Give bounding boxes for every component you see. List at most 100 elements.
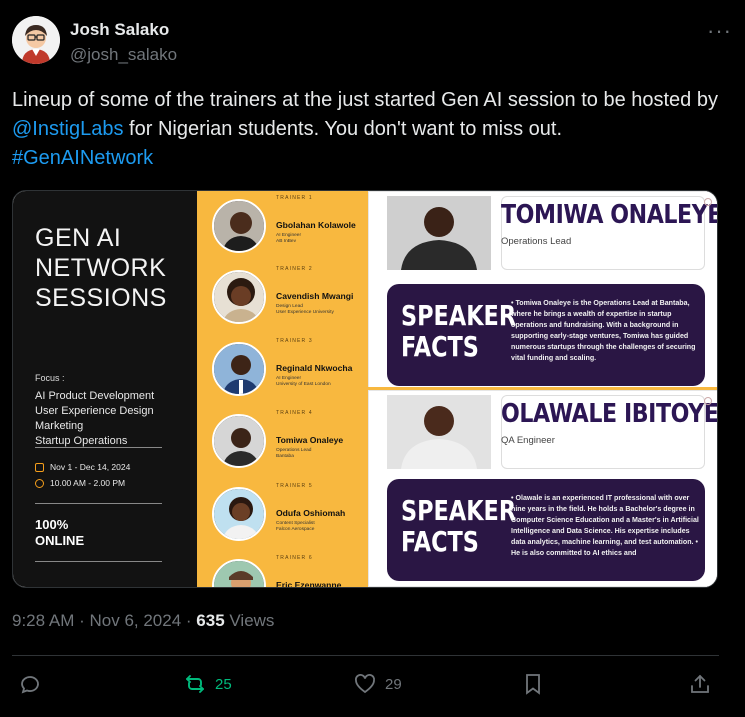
author-handle[interactable]: @josh_salako: [70, 45, 177, 65]
trainer-photo: [212, 559, 266, 587]
speaker-card: OLAWALE IBITOYE QA Engineer SPEAKER FACT…: [368, 390, 717, 587]
bookmark-icon: [526, 674, 540, 695]
date-row: Nov 1 - Dec 14, 2024: [35, 462, 130, 472]
trainer-name: Cavendish Mwangi: [276, 291, 354, 301]
avatar[interactable]: [12, 16, 60, 64]
date-range: Nov 1 - Dec 14, 2024: [50, 462, 131, 472]
trainer-name: Gbolahan Kolawole: [276, 220, 356, 230]
trainer-item: TRAINER 4 Tomiwa Onaleye Operations Lead…: [197, 408, 368, 480]
session-title-line: NETWORK: [35, 254, 167, 282]
divider: [35, 447, 162, 448]
speaker-name: TOMIWA ONALEYE: [501, 200, 718, 230]
trainer-photo: [212, 414, 266, 468]
focus-item: Marketing: [35, 420, 84, 432]
facts-title-line: SPEAKER: [401, 494, 517, 527]
calendar-icon: [35, 462, 44, 472]
tweet-text-part: Lineup of some of the trainers at the ju…: [12, 89, 718, 111]
speaker-facts-title: SPEAKER FACTS: [401, 495, 516, 557]
trainer-number: TRAINER 6: [276, 555, 313, 561]
facts-title-line: FACTS: [401, 330, 479, 363]
trainer-number: TRAINER 3: [276, 338, 313, 344]
trainer-role: Design Lead User Experience University: [276, 304, 334, 316]
speaker-card: TOMIWA ONALEYE Operations Lead SPEAKER F…: [368, 191, 718, 388]
mention-link[interactable]: @InstigLabs: [12, 118, 123, 140]
trainers-panel: TRAINER 1 Gbolahan Kolawole AI Engineer A…: [197, 191, 368, 588]
focus-item: AI Product Development: [35, 390, 155, 402]
trainer-name: Tomiwa Onaleye: [276, 435, 344, 445]
trainer-photo: [212, 270, 266, 324]
trainer-photo: [212, 199, 266, 253]
heart-icon: [355, 674, 375, 694]
trainer-org: AB InBev: [276, 239, 296, 244]
tweet-time[interactable]: 9:28 AM: [12, 611, 74, 630]
trainer-item: TRAINER 2 Cavendish Mwangi Design Lead Us…: [197, 264, 368, 336]
divider: [12, 655, 719, 656]
reply-button[interactable]: [18, 672, 50, 696]
share-icon: [691, 674, 709, 693]
tweet-media[interactable]: GEN AI NETWORK SESSIONS Focus : AI Produ…: [12, 190, 718, 588]
tweet-text-part: for Nigerian students. You don't want to…: [123, 118, 562, 140]
trainer-org: Bantaba: [276, 454, 294, 459]
separator: ·: [74, 611, 90, 630]
trainer-org: University of East London: [276, 382, 331, 387]
tweet-meta: 9:28 AM · Nov 6, 2024 · 635 Views: [12, 611, 274, 631]
trainer-item: TRAINER 3 Reginald Nkwocha AI Engineer Un…: [197, 336, 368, 408]
tweet-actions: 25 29: [18, 670, 718, 700]
views-count: 635: [196, 611, 225, 630]
facts-title-line: FACTS: [401, 525, 479, 558]
like-count: 29: [385, 675, 402, 693]
speaker-facts-text: • Olawale is an experienced IT professio…: [511, 494, 699, 557]
session-title: GEN AI NETWORK SESSIONS: [35, 223, 167, 313]
trainer-number: TRAINER 2: [276, 266, 313, 272]
session-title-line: GEN AI: [35, 224, 122, 252]
author-name[interactable]: Josh Salako: [70, 20, 169, 40]
hashtag-link[interactable]: #GenAINetwork: [12, 147, 153, 169]
session-title-line: SESSIONS: [35, 284, 167, 312]
trainer-item: TRAINER 1 Gbolahan Kolawole AI Engineer A…: [197, 193, 368, 265]
speaker-facts-text: • Tomiwa Onaleye is the Operations Lead …: [511, 299, 696, 362]
speaker-photo: [387, 395, 491, 469]
trainer-item: TRAINER 5 Odufa Oshiomah Content Special…: [197, 481, 368, 553]
repost-button[interactable]: 25: [183, 672, 232, 696]
trainer-name: Odufa Oshiomah: [276, 508, 346, 518]
reply-icon: [21, 676, 39, 694]
trainer-org: User Experience University: [276, 310, 334, 315]
trainer-role: AI Engineer University of East London: [276, 376, 331, 388]
speaker-role: Operations Lead: [501, 236, 572, 247]
speaker-role: QA Engineer: [501, 435, 555, 446]
focus-label: Focus :: [35, 373, 65, 383]
repost-icon: [186, 675, 204, 693]
like-button[interactable]: 29: [353, 672, 402, 696]
trainer-number: TRAINER 5: [276, 483, 313, 489]
trainer-org: Falcon Aerospace: [276, 527, 315, 532]
divider: [35, 503, 162, 504]
share-button[interactable]: [688, 672, 712, 696]
tweet-date[interactable]: Nov 6, 2024: [89, 611, 181, 630]
online-line: ONLINE: [35, 533, 85, 548]
ellipsis-icon[interactable]: ···: [707, 18, 732, 44]
trainer-role: Operations Lead Bantaba: [276, 448, 311, 460]
trainer-name: Eric Ezenwanne: [276, 580, 342, 588]
speaker-facts: SPEAKER FACTS • Olawale is an experience…: [387, 479, 705, 581]
trainer-name: Reginald Nkwocha: [276, 363, 353, 373]
speaker-photo: [387, 196, 491, 270]
clock-icon: [35, 478, 44, 488]
decorative-circle: [704, 397, 712, 405]
views-label: Views: [224, 611, 275, 630]
speaker-facts-title: SPEAKER FACTS: [401, 300, 516, 362]
focus-list: AI Product Development User Experience D…: [35, 389, 154, 449]
trainer-number: TRAINER 4: [276, 410, 313, 416]
trainer-photo: [212, 342, 266, 396]
repost-count: 25: [215, 675, 232, 693]
focus-item: User Experience Design: [35, 405, 154, 417]
separator: ·: [181, 611, 197, 630]
online-line: 100%: [35, 517, 69, 532]
trainer-role: AI Engineer AB InBev: [276, 233, 301, 245]
trainer-photo: [212, 487, 266, 541]
bookmark-button[interactable]: [521, 672, 545, 696]
tweet-text: Lineup of some of the trainers at the ju…: [12, 86, 732, 173]
trainer-role: Content Specialist Falcon Aerospace: [276, 521, 315, 533]
online-label: 100% ONLINE: [35, 517, 84, 549]
trainer-number: TRAINER 1: [276, 195, 313, 201]
tweet-header: Josh Salako @josh_salako ···: [12, 14, 732, 66]
